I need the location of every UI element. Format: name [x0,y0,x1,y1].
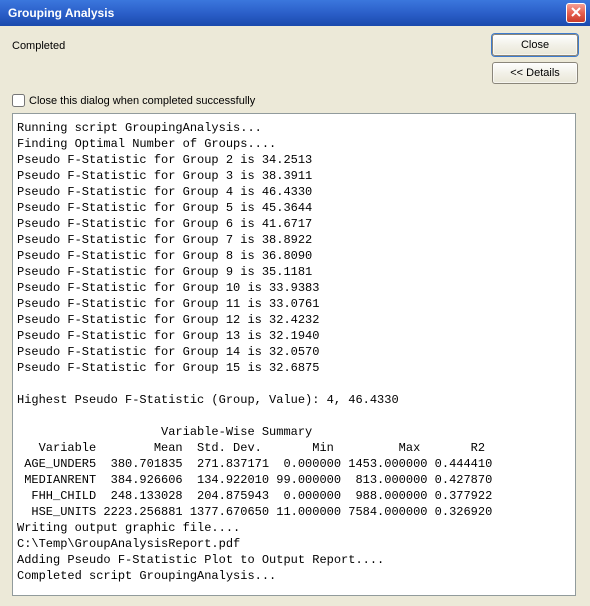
close-icon [571,6,581,20]
top-row: Completed Close << Details [12,34,578,84]
auto-close-checkbox-row[interactable]: Close this dialog when completed success… [12,94,578,107]
status-label: Completed [12,34,492,52]
auto-close-checkbox[interactable] [12,94,25,107]
dialog-body: Completed Close << Details Close this di… [0,26,590,604]
close-button[interactable]: Close [492,34,578,56]
auto-close-label: Close this dialog when completed success… [29,95,255,107]
window-title: Grouping Analysis [8,6,566,20]
titlebar: Grouping Analysis [0,0,590,26]
button-stack: Close << Details [492,34,578,84]
titlebar-close-button[interactable] [566,3,586,23]
log-text: Running script GroupingAnalysis... Findi… [17,120,571,584]
log-panel[interactable]: Running script GroupingAnalysis... Findi… [12,113,576,596]
details-button[interactable]: << Details [492,62,578,84]
